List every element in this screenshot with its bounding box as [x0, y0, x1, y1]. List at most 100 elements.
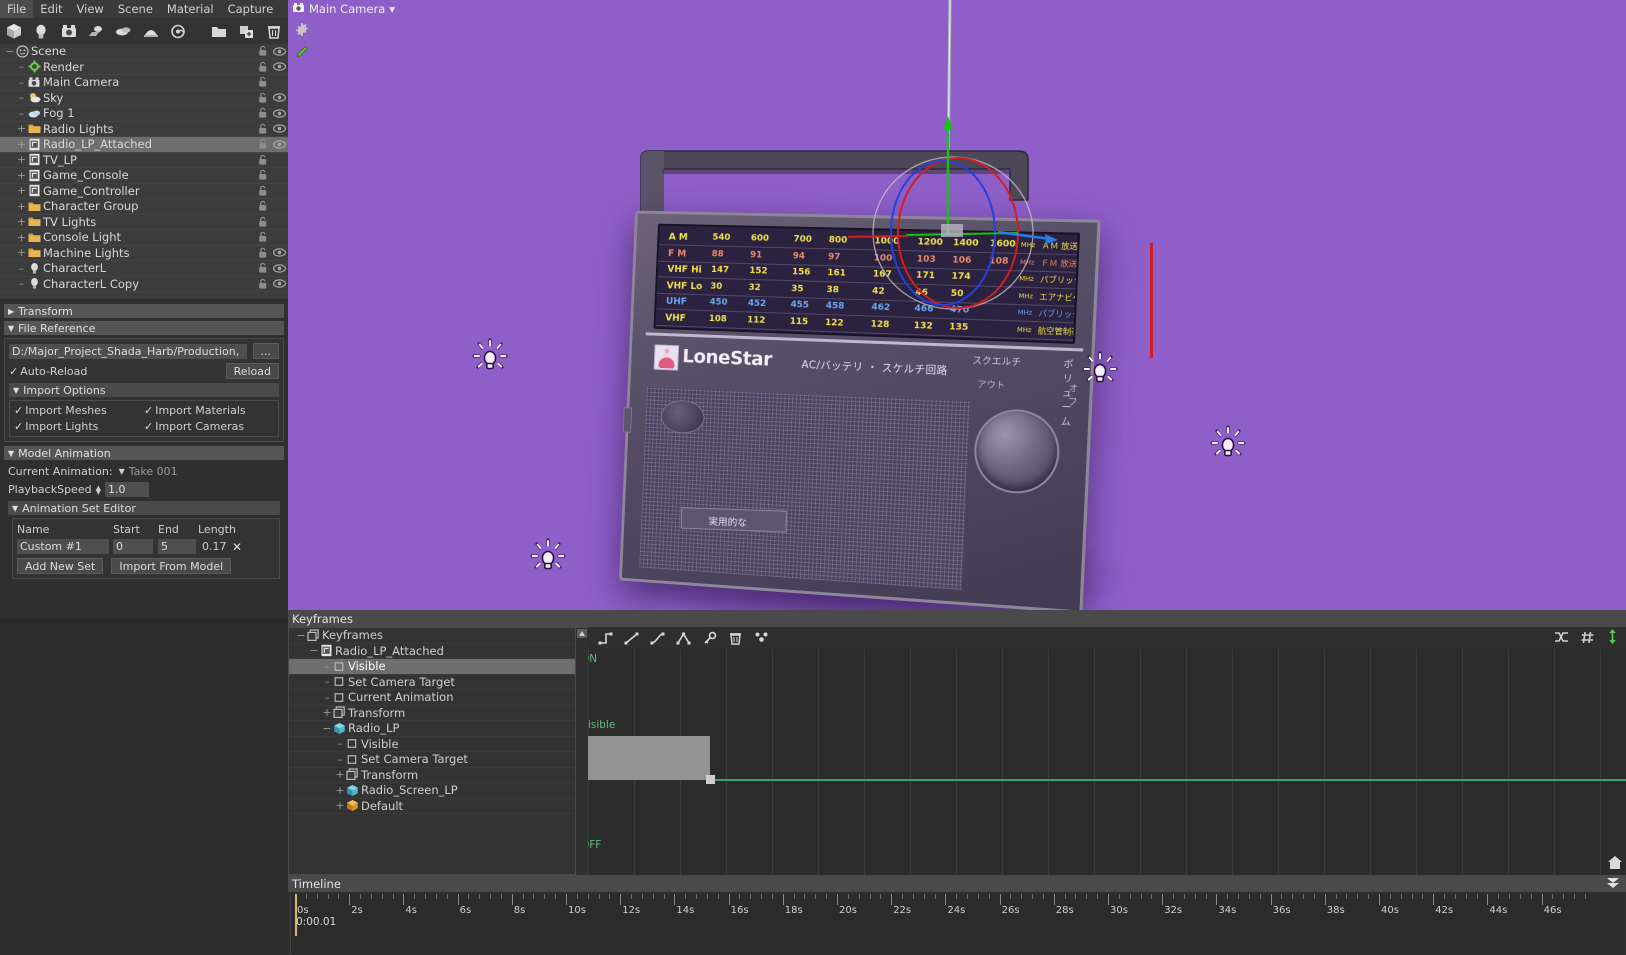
- delete-icon[interactable]: [261, 18, 288, 44]
- expand-toggle[interactable]: +: [16, 215, 27, 228]
- keyframe-tree-item-keyframes[interactable]: − Keyframes: [289, 628, 575, 644]
- duplicate-icon[interactable]: [233, 18, 260, 44]
- set-name-input[interactable]: [17, 539, 109, 554]
- light-bulb-gizmo-icon[interactable]: [1080, 350, 1120, 390]
- section-model-animation[interactable]: ▼ Model Animation: [4, 446, 284, 460]
- playback-speed-stepper[interactable]: ▲ ▼: [96, 484, 101, 495]
- lock-icon[interactable]: [254, 200, 270, 212]
- scene-tree-item-tv-lp[interactable]: + TV_LP: [0, 153, 288, 168]
- render-sphere-icon[interactable]: [165, 18, 192, 44]
- lock-icon[interactable]: [254, 216, 270, 228]
- visibility-eye-icon[interactable]: [270, 278, 288, 289]
- keyframe-tree-item-radio-lp-attached[interactable]: − Radio_LP_Attached: [289, 644, 575, 659]
- section-transform[interactable]: ▶ Transform: [4, 304, 284, 318]
- scene-tree-item-characterl[interactable]: – CharacterL: [0, 261, 288, 277]
- visibility-eye-icon[interactable]: [270, 263, 288, 274]
- keyframes-tree[interactable]: − Keyframes − Radio_LP_Attached – Visible – Set…: [288, 627, 576, 875]
- light-bulb-icon[interactable]: [27, 18, 54, 44]
- curve-tool-strip[interactable]: [588, 627, 1626, 649]
- lock-icon[interactable]: [254, 76, 270, 88]
- section-import-options[interactable]: ▼ Import Options: [9, 383, 279, 397]
- import-meshes-checkbox[interactable]: ✓ Import Meshes: [14, 404, 144, 417]
- chevron-double-down-icon[interactable]: [1606, 878, 1620, 892]
- visibility-eye-icon[interactable]: [270, 139, 288, 150]
- gear-icon[interactable]: [292, 20, 312, 40]
- expand-toggle[interactable]: +: [16, 200, 27, 213]
- lock-icon[interactable]: [254, 154, 270, 166]
- sun-light-icon[interactable]: [82, 18, 109, 44]
- menu-edit[interactable]: Edit: [33, 0, 69, 18]
- keyframe-tree-item-set-camera-target[interactable]: – Set Camera Target: [289, 752, 575, 768]
- smooth-interp-icon[interactable]: [648, 629, 666, 647]
- expand-toggle[interactable]: –: [321, 675, 333, 688]
- constant-interp-icon[interactable]: [596, 629, 614, 647]
- visibility-eye-icon[interactable]: [270, 46, 288, 57]
- remove-set-icon[interactable]: ✕: [232, 540, 242, 554]
- playback-speed-input[interactable]: [104, 482, 149, 497]
- expand-toggle[interactable]: −: [295, 629, 307, 642]
- keyframes-curve-editor[interactable]: ON Visible OFF: [588, 627, 1626, 875]
- keyframe-tree-item-set-camera-target[interactable]: – Set Camera Target: [289, 675, 575, 690]
- import-lights-checkbox[interactable]: ✓ Import Lights: [14, 420, 144, 433]
- home-icon[interactable]: [1607, 855, 1623, 873]
- lock-icon[interactable]: [254, 45, 270, 57]
- menu-capture[interactable]: Capture: [221, 0, 281, 18]
- linear-interp-icon[interactable]: [622, 629, 640, 647]
- visibility-eye-icon[interactable]: [270, 247, 288, 258]
- menu-scene[interactable]: Scene: [111, 0, 160, 18]
- light-bulb-gizmo-icon[interactable]: [528, 537, 568, 577]
- expand-toggle[interactable]: +: [16, 153, 27, 166]
- lock-icon[interactable]: [254, 138, 270, 150]
- keyframe-tree-item-current-animation[interactable]: – Current Animation: [289, 690, 575, 706]
- set-end-input[interactable]: [158, 539, 196, 554]
- scene-tree-item-scene[interactable]: − Scene: [0, 44, 288, 60]
- cube-icon[interactable]: [0, 18, 27, 44]
- visibility-eye-icon[interactable]: [270, 92, 288, 103]
- expand-toggle[interactable]: –: [334, 737, 346, 750]
- keyframe-value-block[interactable]: [588, 736, 710, 780]
- expand-toggle[interactable]: +: [16, 231, 27, 244]
- radio-model[interactable]: A M 540 600 700 800 1000 1200 1400 1600 MHz ＡＭ 放送 …: [618, 0, 1101, 610]
- lock-icon[interactable]: [254, 231, 270, 243]
- scene-tree-item-radio-lights[interactable]: + Radio Lights: [0, 122, 288, 137]
- chevron-down-icon[interactable]: ▾: [389, 2, 395, 16]
- menu-view[interactable]: View: [70, 0, 111, 18]
- keyframe-tree-item-transform[interactable]: + Transform: [289, 768, 575, 783]
- keyframe-tree-item-radio-screen-lp[interactable]: + Radio_Screen_LP: [289, 783, 575, 799]
- key-icon[interactable]: [700, 629, 718, 647]
- expand-toggle[interactable]: +: [321, 706, 333, 719]
- keyframe-tree-item-transform[interactable]: + Transform: [289, 706, 575, 721]
- scene-tree-item-radio-lp-attached[interactable]: + Radio_LP_Attached: [0, 137, 288, 153]
- viewport-tool-strip[interactable]: [292, 20, 312, 64]
- keyframe-tree-item-visible[interactable]: – Visible: [289, 659, 575, 675]
- visibility-eye-icon[interactable]: [270, 61, 288, 72]
- expand-toggle[interactable]: –: [321, 691, 333, 704]
- lock-icon[interactable]: [254, 107, 270, 119]
- lock-icon[interactable]: [254, 169, 270, 181]
- expand-toggle[interactable]: −: [308, 644, 320, 657]
- keyframe-handle[interactable]: [706, 775, 715, 784]
- expand-toggle[interactable]: +: [16, 138, 27, 151]
- camera-icon[interactable]: [55, 18, 82, 44]
- sky-dome-icon[interactable]: [137, 18, 164, 44]
- expand-toggle[interactable]: –: [16, 91, 27, 104]
- light-tool-icon[interactable]: [292, 42, 312, 62]
- keyframes-tree-scrollbar[interactable]: [576, 627, 588, 875]
- timeline-playhead[interactable]: [295, 894, 297, 936]
- keyframe-tree-item-radio-lp[interactable]: − Radio_LP: [289, 721, 575, 737]
- new-folder-icon[interactable]: [206, 18, 233, 44]
- lock-icon[interactable]: [254, 123, 270, 135]
- side-switch[interactable]: [622, 407, 633, 433]
- expand-toggle[interactable]: −: [321, 722, 333, 735]
- visibility-eye-icon[interactable]: [270, 123, 288, 134]
- curve-graph-area[interactable]: ON Visible OFF: [588, 649, 1626, 875]
- expand-toggle[interactable]: –: [334, 753, 346, 766]
- scene-tree-item-game-controller[interactable]: + Game_Controller: [0, 184, 288, 199]
- lock-icon[interactable]: [254, 247, 270, 259]
- expand-toggle[interactable]: –: [321, 660, 333, 673]
- browse-button[interactable]: ...: [252, 343, 279, 359]
- auto-reload-checkbox[interactable]: ✓ Auto-Reload: [9, 365, 87, 378]
- scene-tree[interactable]: − Scene – Render – Main Camera – Sky – Fog 1 + Radi…: [0, 44, 288, 299]
- expand-toggle[interactable]: –: [16, 76, 27, 89]
- expand-toggle[interactable]: +: [16, 184, 27, 197]
